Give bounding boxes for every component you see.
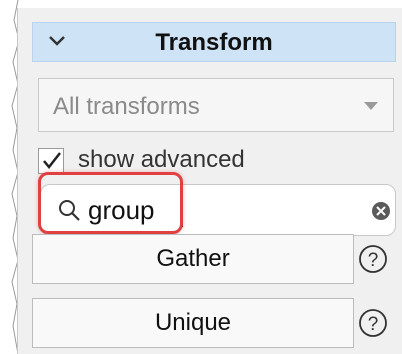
search-highlight-annotation [38,172,183,234]
show-advanced-checkbox[interactable] [38,148,64,174]
svg-text:?: ? [368,314,379,335]
transform-panel-header[interactable]: Transform [32,22,396,62]
transform-filter-value: All transforms [53,93,200,120]
checkmark-icon [43,152,61,169]
panel-title: Transform [155,29,273,56]
transform-button-unique[interactable]: Unique [32,298,354,348]
dropdown-arrow-icon [364,102,378,110]
transform-button-gather[interactable]: Gather [32,234,354,284]
clear-circle-x-icon[interactable] [371,201,391,221]
question-circle-icon[interactable]: ? [358,244,388,274]
transform-filter-dropdown[interactable]: All transforms [38,78,394,132]
show-advanced-label: show advanced [78,146,245,173]
svg-text:?: ? [368,250,379,271]
transform-panel: Transform All transforms show advanced g… [17,8,402,354]
question-circle-icon[interactable]: ? [358,308,388,338]
